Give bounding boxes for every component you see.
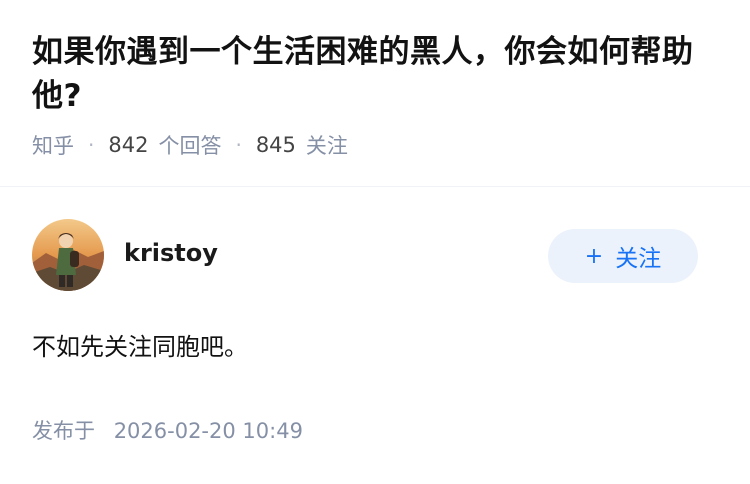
meta-separator: · xyxy=(88,133,95,157)
answer-count: 842 xyxy=(108,133,149,157)
question-meta: 知乎 · 842 个回答 · 845 关注 xyxy=(32,130,718,160)
answer-card: kristoy + 关注 不如先关注同胞吧。 发布于 2026-02-20 10… xyxy=(0,187,750,445)
answer-content: 不如先关注同胞吧。 xyxy=(32,333,248,361)
avatar[interactable] xyxy=(32,219,104,291)
plus-icon: + xyxy=(584,243,604,269)
source-label[interactable]: 知乎 xyxy=(32,130,74,160)
meta-separator: · xyxy=(235,133,242,157)
follow-button[interactable]: + 关注 xyxy=(548,229,698,283)
question-header: 如果你遇到一个生活困难的黑人，你会如何帮助他? 知乎 · 842 个回答 · 8… xyxy=(0,0,750,160)
follower-count-label[interactable]: 关注 xyxy=(306,130,348,160)
question-title[interactable]: 如果你遇到一个生活困难的黑人，你会如何帮助他? xyxy=(32,30,718,118)
follower-count: 845 xyxy=(255,133,296,157)
published-time: 2026-02-20 10:49 xyxy=(113,419,303,443)
answer-count-label[interactable]: 个回答 xyxy=(158,130,221,160)
avatar-image xyxy=(32,219,104,291)
author-row: kristoy + 关注 xyxy=(32,219,718,293)
answer-footer: 发布于 2026-02-20 10:49 xyxy=(32,415,718,445)
author-name[interactable]: kristoy xyxy=(124,239,218,267)
follow-button-label: 关注 xyxy=(615,246,662,272)
published-label: 发布于 xyxy=(32,419,95,443)
